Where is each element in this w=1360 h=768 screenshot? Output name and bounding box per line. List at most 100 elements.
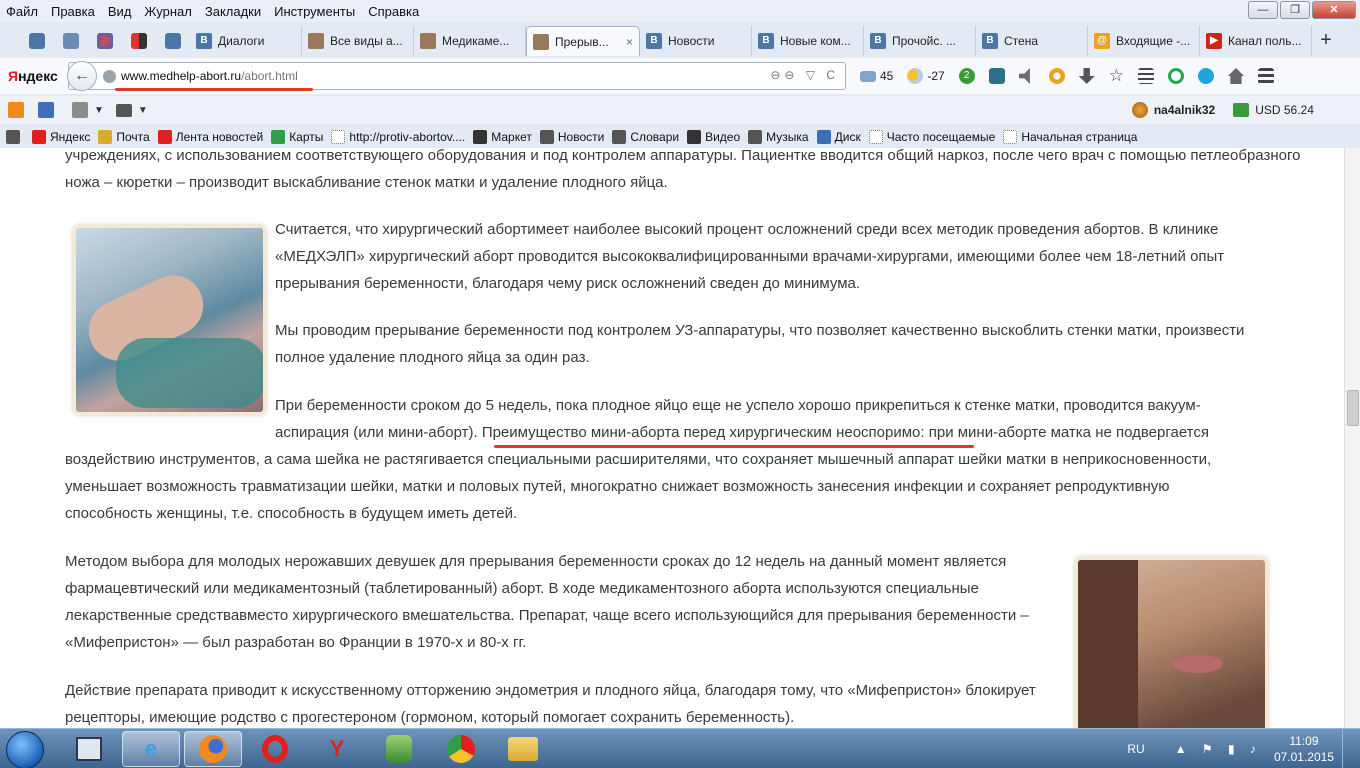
taskbar-app-6[interactable] bbox=[370, 731, 428, 767]
dropdown-arrow-icon-2[interactable]: ▼ bbox=[138, 105, 148, 116]
bookmark-11[interactable]: Часто посещаемые bbox=[868, 130, 995, 144]
menu-help[interactable]: Справка bbox=[368, 4, 419, 19]
vertical-scrollbar[interactable] bbox=[1344, 148, 1360, 728]
show-desktop-button[interactable] bbox=[1342, 729, 1352, 768]
speaker-button[interactable] bbox=[1018, 68, 1035, 84]
paragraph-vacuum-rest: воздействию инструментов, а сама шейка н… bbox=[65, 451, 1212, 522]
bookmark-6[interactable]: Новости bbox=[539, 130, 604, 144]
user-name[interactable]: na4alnik32 bbox=[1154, 103, 1215, 117]
taskbar-ie[interactable]: e bbox=[122, 731, 180, 767]
navigation-bar: Яндекс ← www.medhelp-abort.ru/abort.html… bbox=[0, 58, 1360, 94]
mail-widget[interactable]: 45 bbox=[860, 69, 893, 83]
ext-green[interactable] bbox=[1167, 68, 1184, 84]
tab-favicon-icon bbox=[420, 33, 436, 49]
bookmark-2[interactable]: Лента новостей bbox=[157, 130, 263, 144]
hamburger-icon bbox=[1257, 68, 1274, 84]
badge-widget[interactable]: 2 bbox=[958, 68, 975, 84]
bookmark-icon bbox=[687, 130, 702, 144]
bookmark-7[interactable]: Словари bbox=[612, 130, 679, 144]
tab-0[interactable]: В Диалоги bbox=[190, 26, 302, 56]
tab-favicon-icon: В bbox=[870, 33, 886, 49]
weather-widget[interactable]: -27 bbox=[907, 68, 945, 84]
tab-8[interactable]: @ Входящие -... bbox=[1088, 26, 1200, 56]
currency-icon bbox=[1233, 103, 1250, 117]
taskbar-explorer[interactable] bbox=[494, 731, 552, 767]
tab-close-button[interactable]: × bbox=[626, 35, 633, 49]
tab-2[interactable]: Медикаме... bbox=[414, 26, 526, 56]
bookmark-label: Диск bbox=[834, 130, 861, 144]
pinned-tab-vk[interactable] bbox=[20, 26, 54, 56]
tab-label: Диалоги bbox=[218, 34, 265, 48]
menu-history[interactable]: Журнал bbox=[144, 4, 191, 19]
minimize-button[interactable]: — bbox=[1248, 1, 1278, 19]
print-icon[interactable] bbox=[6, 130, 24, 144]
bookmark-3[interactable]: Карты bbox=[271, 130, 323, 144]
user-avatar[interactable] bbox=[1131, 102, 1148, 118]
camera-icon[interactable] bbox=[115, 103, 132, 117]
tab-3[interactable]: Прерыв... × bbox=[526, 26, 640, 56]
url-actions[interactable]: ⊖⊖ ▽ C bbox=[770, 68, 839, 82]
bookmark-12[interactable]: Начальная страница bbox=[1003, 130, 1137, 144]
bookmark-9[interactable]: Музыка bbox=[748, 130, 809, 144]
pinned-tab-4[interactable] bbox=[122, 26, 156, 56]
tab-6[interactable]: В Прочойс. ... bbox=[864, 26, 976, 56]
vk-icon bbox=[29, 33, 45, 49]
bookmark-4[interactable]: http://protiv-abortov.... bbox=[331, 130, 465, 144]
tab-1[interactable]: Все виды а... bbox=[302, 26, 414, 56]
pinned-tab-5[interactable] bbox=[156, 26, 190, 56]
tab-4[interactable]: В Новости bbox=[640, 26, 752, 56]
taskbar-chrome[interactable] bbox=[432, 731, 490, 767]
scrollbar-thumb[interactable] bbox=[1347, 390, 1359, 426]
maximize-button[interactable]: ❐ bbox=[1280, 1, 1310, 19]
menu-tools[interactable]: Инструменты bbox=[274, 4, 355, 19]
tab-label: Входящие -... bbox=[1116, 34, 1191, 48]
ext-circle[interactable] bbox=[1048, 68, 1065, 84]
download-button[interactable] bbox=[1078, 68, 1095, 84]
pinned-tab-2[interactable] bbox=[54, 26, 88, 56]
taskbar-yandex[interactable]: Y bbox=[308, 731, 366, 767]
tab-9[interactable]: ▶ Канал поль... bbox=[1200, 26, 1312, 56]
url-text[interactable]: www.medhelp-abort.ru/abort.html bbox=[121, 69, 298, 83]
paragraph-vacuum-line2: аспирация (или мини-аборт). Преимущество… bbox=[275, 419, 1315, 446]
ext-blue-icon[interactable] bbox=[38, 102, 54, 118]
ext-p-icon[interactable] bbox=[988, 68, 1005, 84]
taskbar-firefox[interactable] bbox=[184, 731, 242, 767]
tab-bar: В Диалоги Все виды а... Медикаме... Прерыв..… bbox=[0, 24, 1360, 56]
bookmark-8[interactable]: Видео bbox=[687, 130, 740, 144]
taskbar-app-1[interactable] bbox=[60, 731, 118, 767]
tray-icons[interactable]: ▲ ⚑ ▮ ♪ bbox=[1175, 742, 1262, 756]
menu-file[interactable]: Файл bbox=[6, 4, 38, 19]
mail-count: 45 bbox=[880, 69, 894, 83]
ext-orange-icon[interactable] bbox=[8, 102, 24, 118]
back-button[interactable]: ← bbox=[67, 61, 97, 91]
bookmark-icon bbox=[331, 130, 346, 144]
menu-button[interactable] bbox=[1257, 68, 1274, 84]
ext-gray-icon[interactable] bbox=[72, 102, 88, 118]
paragraph-drug-action: Действие препарата приводит к искусствен… bbox=[65, 682, 1036, 726]
language-indicator[interactable]: RU bbox=[1127, 742, 1144, 756]
pinned-tab-3[interactable] bbox=[88, 26, 122, 56]
skype-button[interactable] bbox=[1197, 68, 1214, 84]
usd-rate[interactable]: USD 56.24 bbox=[1255, 103, 1314, 117]
bookmark-1[interactable]: Почта bbox=[98, 130, 150, 144]
start-button[interactable] bbox=[6, 731, 44, 768]
bookmark-0[interactable]: Яндекс bbox=[32, 130, 90, 144]
menu-edit[interactable]: Правка bbox=[51, 4, 95, 19]
tab-7[interactable]: В Стена bbox=[976, 26, 1088, 56]
bookmark-10[interactable]: Диск bbox=[816, 130, 861, 144]
close-window-button[interactable]: ✕ bbox=[1312, 1, 1356, 19]
taskbar-opera[interactable] bbox=[246, 731, 304, 767]
menu-view[interactable]: Вид bbox=[108, 4, 132, 19]
chrome-icon bbox=[447, 735, 475, 763]
dropdown-arrow-icon[interactable]: ▼ bbox=[94, 105, 104, 116]
reader-button[interactable] bbox=[1137, 68, 1154, 84]
menu-bookmarks[interactable]: Закладки bbox=[205, 4, 261, 19]
new-tab-button[interactable]: + bbox=[1312, 26, 1340, 56]
bookmark-star-button[interactable]: ☆ bbox=[1109, 66, 1124, 86]
tab-5[interactable]: В Новые ком... bbox=[752, 26, 864, 56]
bookmark-5[interactable]: Маркет bbox=[473, 130, 532, 144]
address-bar[interactable]: ← www.medhelp-abort.ru/abort.html ⊖⊖ ▽ C bbox=[67, 61, 846, 91]
clock[interactable]: 11:09 07.01.2015 bbox=[1274, 733, 1334, 765]
home-button[interactable] bbox=[1227, 68, 1244, 84]
taskbar: e Y RU ▲ ⚑ ▮ ♪ 11:09 07.01.2015 bbox=[0, 728, 1360, 768]
